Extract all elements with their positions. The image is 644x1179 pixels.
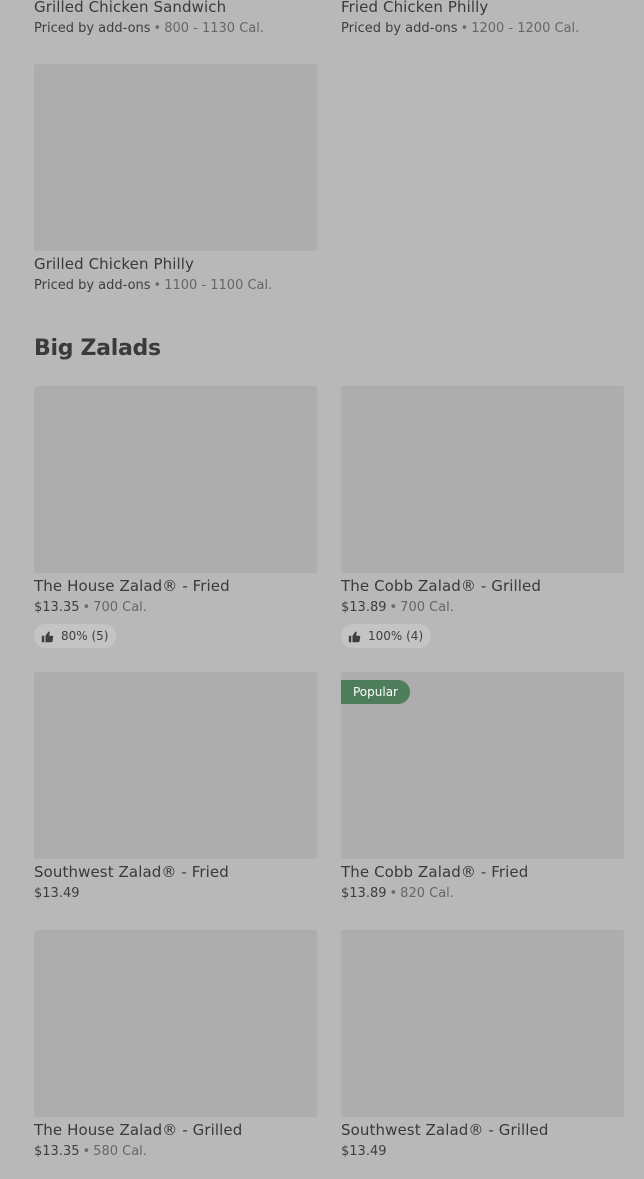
item-image — [34, 930, 317, 1117]
item-name: Fried Chicken Philly — [341, 0, 489, 16]
rating-value: 100% (4) — [368, 629, 424, 643]
rating-pill: 100% (4) — [341, 624, 432, 648]
item-calories: 1200 - 1200 Cal. — [471, 21, 580, 36]
item-calories: 700 Cal. — [93, 600, 147, 615]
menu-item-grilled-chicken-philly[interactable]: Grilled Chicken Philly Priced by add-ons… — [34, 64, 317, 295]
item-meta: Priced by add-ons • 1200 - 1200 Cal. — [341, 20, 624, 38]
menu-item-cobb-zalad-fried[interactable]: Popular The Cobb Zalad® - Fried $13.89 • 8… — [341, 672, 624, 903]
item-meta: $13.89 • 700 Cal. — [341, 599, 624, 617]
separator: • — [460, 21, 469, 36]
item-name: The Cobb Zalad® - Fried — [341, 863, 529, 881]
item-price: Priced by add-ons — [341, 21, 458, 36]
item-name: Southwest Zalad® - Fried — [34, 863, 229, 881]
rating-pill: 80% (5) — [34, 624, 117, 648]
item-meta: $13.49 — [34, 885, 317, 903]
rating-value: 80% (5) — [61, 629, 109, 643]
item-image — [341, 930, 624, 1117]
item-meta: $13.89 • 820 Cal. — [341, 885, 624, 903]
menu-item-southwest-zalad-grilled[interactable]: Southwest Zalad® - Grilled $13.49 — [341, 930, 624, 1161]
separator: • — [82, 600, 91, 615]
item-name: The House Zalad® - Grilled — [34, 1121, 243, 1139]
separator: • — [389, 886, 398, 901]
item-name: The House Zalad® - Fried — [34, 577, 230, 595]
item-image: Popular — [341, 672, 624, 859]
menu-item-house-zalad-grilled[interactable]: The House Zalad® - Grilled $13.35 • 580 Ca… — [34, 930, 317, 1161]
item-price: $13.89 — [341, 600, 387, 615]
separator: • — [153, 278, 162, 293]
item-price: Priced by add-ons — [34, 278, 151, 293]
item-calories: 1100 - 1100 Cal. — [164, 278, 273, 293]
item-name: Grilled Chicken Philly — [34, 255, 194, 273]
menu-item-house-zalad-fried[interactable]: The House Zalad® - Fried $13.35 • 700 Cal.… — [34, 386, 317, 648]
popular-badge: Popular — [341, 680, 410, 704]
menu-item-cobb-zalad-grilled[interactable]: The Cobb Zalad® - Grilled $13.89 • 700 Cal… — [341, 386, 624, 648]
item-calories: 700 Cal. — [400, 600, 454, 615]
item-name: Grilled Chicken Sandwich — [34, 0, 227, 16]
item-meta: Priced by add-ons • 800 - 1130 Cal. — [34, 20, 317, 38]
item-image — [34, 672, 317, 859]
menu-item-southwest-zalad-fried[interactable]: Southwest Zalad® - Fried $13.49 — [34, 672, 317, 903]
item-meta: $13.49 — [341, 1143, 624, 1161]
item-image — [341, 386, 624, 573]
item-price: $13.49 — [341, 1144, 387, 1159]
item-image — [34, 386, 317, 573]
item-price: Priced by add-ons — [34, 21, 151, 36]
item-price: $13.49 — [34, 886, 80, 901]
thumbs-up-icon — [41, 630, 54, 643]
item-meta: Priced by add-ons • 1100 - 1100 Cal. — [34, 277, 317, 295]
item-name: Southwest Zalad® - Grilled — [341, 1121, 549, 1139]
menu-item-fried-chicken-philly[interactable]: Fried Chicken Philly Priced by add-ons • 1… — [341, 0, 624, 38]
item-calories: 820 Cal. — [400, 886, 454, 901]
item-meta: $13.35 • 580 Cal. — [34, 1143, 317, 1161]
item-calories: 580 Cal. — [93, 1144, 147, 1159]
item-calories: 800 - 1130 Cal. — [164, 21, 264, 36]
item-name: The Cobb Zalad® - Grilled — [341, 577, 541, 595]
item-price: $13.89 — [341, 886, 387, 901]
separator: • — [82, 1144, 91, 1159]
separator: • — [153, 21, 162, 36]
item-price: $13.35 — [34, 1144, 80, 1159]
thumbs-up-icon — [348, 630, 361, 643]
item-image — [34, 64, 317, 251]
item-meta: $13.35 • 700 Cal. — [34, 599, 317, 617]
separator: • — [389, 600, 398, 615]
menu-item-grilled-chicken-sandwich[interactable]: Grilled Chicken Sandwich Priced by add-o… — [34, 0, 317, 38]
item-price: $13.35 — [34, 600, 80, 615]
section-title: Big Zalads — [34, 336, 161, 361]
